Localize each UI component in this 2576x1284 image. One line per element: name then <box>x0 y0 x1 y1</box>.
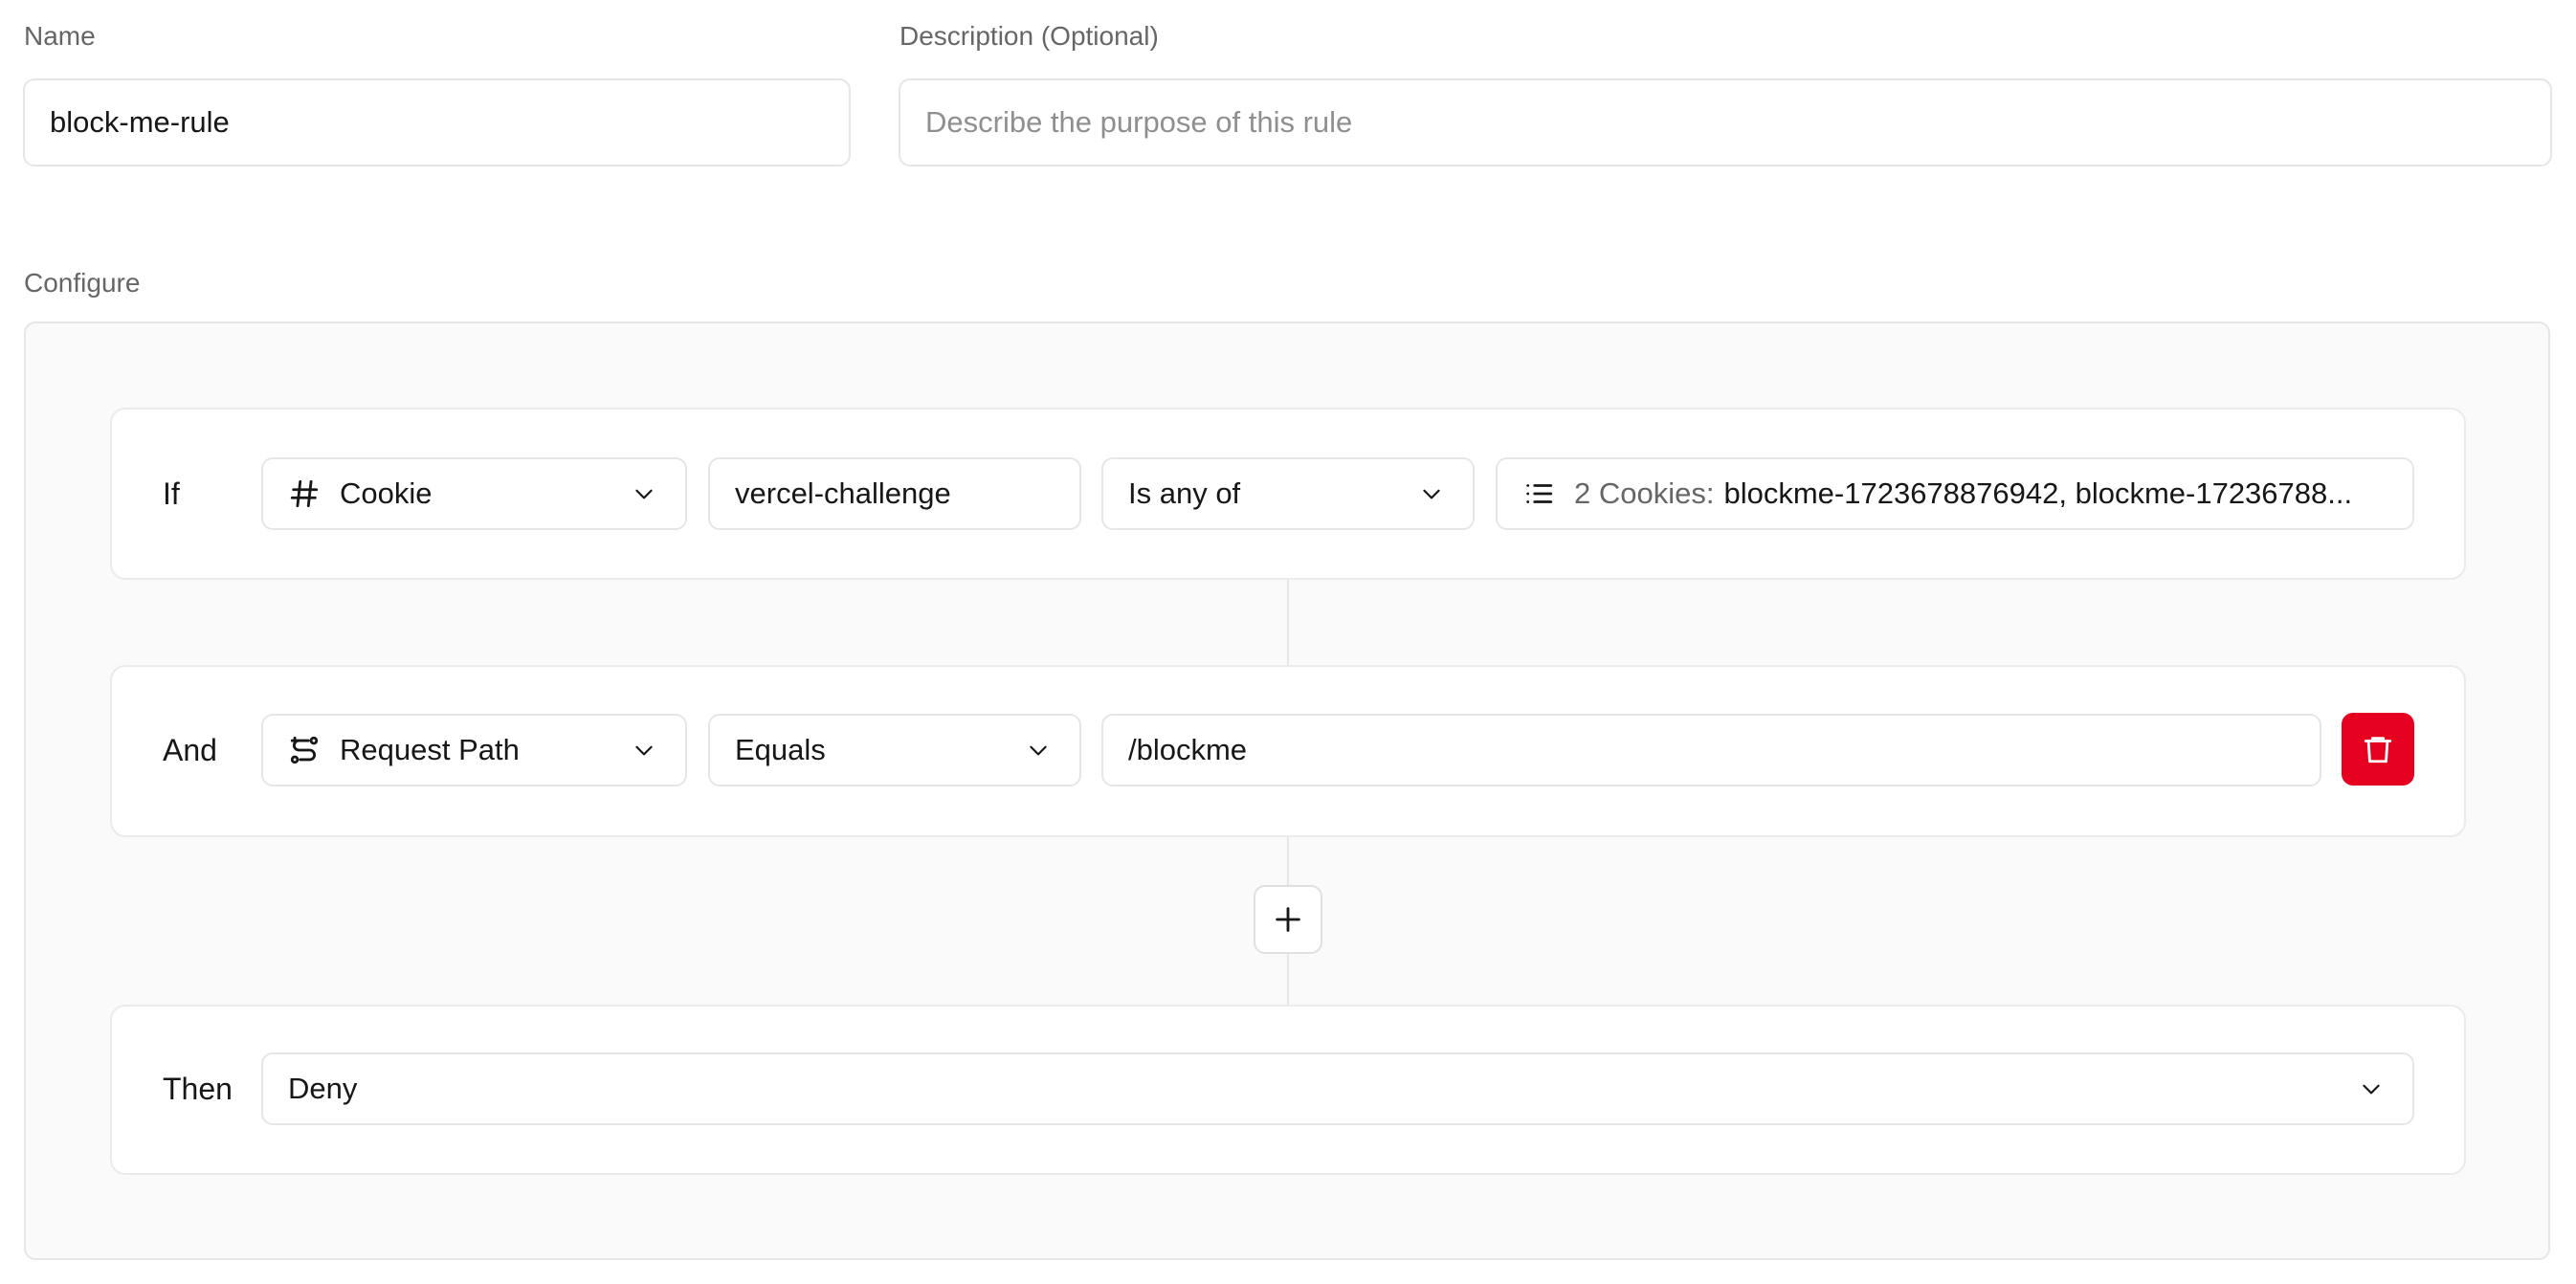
and-label: And <box>163 733 217 767</box>
and-field-select[interactable]: Request Path <box>261 714 687 786</box>
and-field-value: Request Path <box>340 733 520 766</box>
if-values-text: blockme-1723678876942, blockme-17236788.… <box>1723 476 2353 510</box>
then-action-select[interactable]: Deny <box>261 1052 2414 1125</box>
connector-line <box>1287 580 1289 666</box>
trash-icon <box>2364 737 2392 764</box>
if-key-value: vercel-challenge <box>735 476 951 510</box>
if-field-select[interactable]: Cookie <box>261 457 687 530</box>
name-input-value: block-me-rule <box>50 105 230 139</box>
then-action-value: Deny <box>288 1072 358 1105</box>
and-operator-value: Equals <box>735 733 826 766</box>
if-operator-select[interactable]: Is any of <box>1101 457 1475 530</box>
list-icon <box>1526 484 1553 503</box>
chevron-down-icon <box>635 489 653 499</box>
if-operator-value: Is any of <box>1128 476 1241 510</box>
name-label: Name <box>24 21 96 51</box>
and-value-input[interactable]: /blockme <box>1101 714 2321 786</box>
plus-icon <box>1276 907 1300 932</box>
delete-condition-button[interactable] <box>2342 713 2414 786</box>
chevron-down-icon <box>2363 1084 2380 1095</box>
if-key-input[interactable]: vercel-challenge <box>708 457 1081 530</box>
chevron-down-icon <box>1030 745 1047 756</box>
if-field-value: Cookie <box>340 476 433 510</box>
hash-icon <box>290 479 319 508</box>
chevron-down-icon <box>635 745 653 756</box>
if-values-input[interactable]: 2 Cookies: blockme-1723678876942, blockm… <box>1496 457 2414 530</box>
and-operator-select[interactable]: Equals <box>708 714 1081 786</box>
description-label: Description (Optional) <box>899 21 1159 51</box>
then-label: Then <box>163 1072 233 1106</box>
and-value-text: /blockme <box>1128 733 1248 766</box>
if-label: If <box>163 476 180 511</box>
description-input[interactable]: Describe the purpose of this rule <box>899 78 2552 166</box>
description-placeholder: Describe the purpose of this rule <box>925 105 1353 139</box>
route-icon <box>290 736 319 764</box>
chevron-down-icon <box>1423 489 1440 499</box>
if-values-count: 2 Cookies: <box>1574 476 1715 510</box>
add-condition-button[interactable] <box>1254 885 1322 954</box>
name-input[interactable]: block-me-rule <box>23 78 851 166</box>
configure-label: Configure <box>24 268 141 298</box>
